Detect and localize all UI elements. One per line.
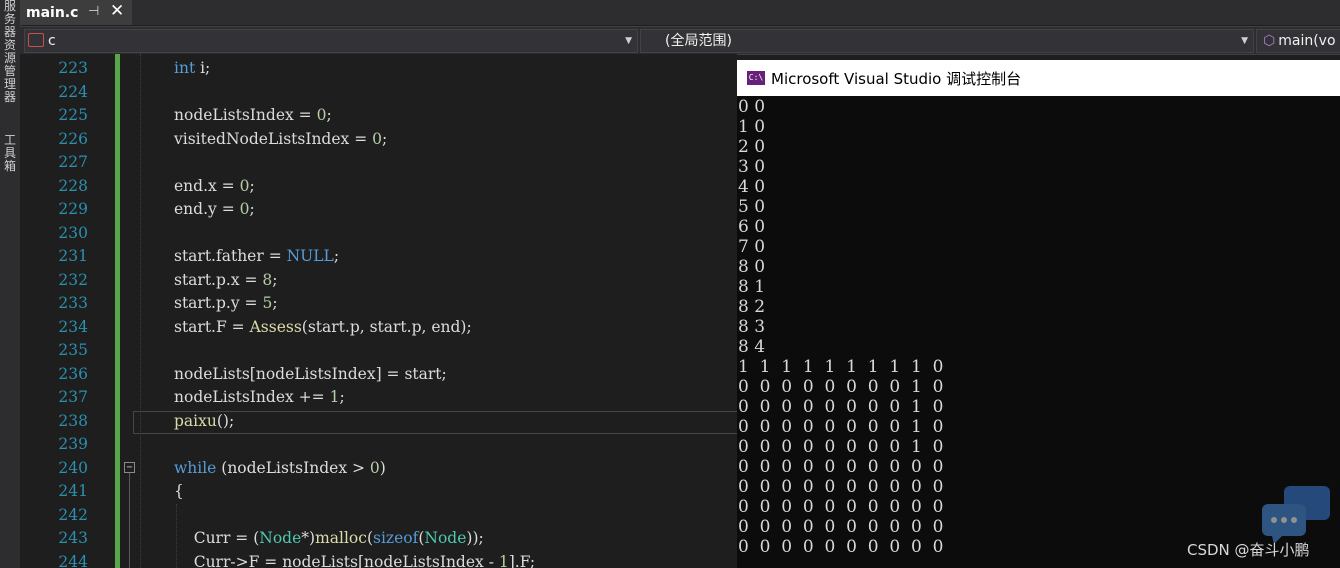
line-number: 224 (58, 82, 88, 101)
tab-title: main.c (26, 4, 79, 21)
code-text: nodeListsIndex += 1; (174, 388, 345, 406)
console-line: 1 0 (738, 117, 766, 137)
line-number: 237 (58, 388, 88, 406)
console-line: 8 1 (738, 277, 766, 297)
code-editor[interactable]: − 223 int i; 224 225 nodeListsIndex = 0; 226 v… (20, 54, 737, 568)
console-line: 8 4 (738, 337, 766, 357)
indent-guide (140, 54, 141, 568)
toolbox-tab[interactable]: 工具箱 (1, 134, 19, 173)
line-number: 226 (58, 129, 88, 148)
console-line: 7 0 (738, 237, 766, 257)
line-number: 233 (58, 294, 88, 312)
line-number: 239 (58, 435, 88, 453)
project-name: c (48, 33, 56, 49)
server-explorer-tab[interactable]: 服务器资源管理器 (1, 0, 19, 132)
console-line: 0 0 (738, 97, 766, 117)
project-dropdown[interactable]: c ▼ (24, 29, 638, 53)
line-number: 225 (58, 106, 88, 124)
code-text: start.p.x = 8; (174, 270, 278, 289)
console-line: 0 0 0 0 0 0 0 0 1 0 (738, 377, 944, 397)
console-line: 8 2 (738, 297, 766, 317)
line-number: 242 (58, 505, 88, 524)
code-text: Curr->F = nodeLists[nodeListsIndex - 1].… (174, 552, 536, 568)
line-number: 228 (58, 176, 88, 195)
chevron-down-icon: ▼ (1241, 36, 1248, 46)
line-number: 229 (58, 200, 88, 218)
line-number: 227 (58, 153, 88, 171)
console-line: 4 0 (738, 177, 766, 197)
line-number: 232 (58, 270, 88, 289)
line-number: 231 (58, 247, 88, 265)
line-number: 238 (58, 411, 88, 430)
chat-bubble-icon (1262, 486, 1330, 544)
code-text: visitedNodeListsIndex = 0; (174, 129, 388, 148)
change-tracking-bar (115, 54, 120, 568)
code-text: start.father = NULL; (174, 247, 340, 265)
console-line: 0 0 0 0 0 0 0 0 1 0 (738, 397, 944, 417)
code-text: while (nodeListsIndex > 0) (174, 458, 386, 477)
collapse-icon[interactable]: − (124, 462, 135, 473)
navigation-bar: c ▼ (全局范围) ▼ ⬡ main(vo (20, 26, 1340, 55)
line-number: 235 (58, 341, 88, 359)
console-line: 0 0 0 0 0 0 0 0 1 0 (738, 437, 944, 457)
console-line: 0 0 0 0 0 0 0 0 0 0 (738, 537, 944, 557)
console-output: 0 01 02 03 04 05 06 07 08 08 18 28 38 41… (738, 97, 943, 557)
line-number: 240 (58, 458, 88, 477)
console-line: 8 3 (738, 317, 766, 337)
project-icon (28, 33, 44, 47)
console-app-icon: C:\ (747, 71, 765, 85)
member-dropdown[interactable]: ⬡ main(vo (1256, 29, 1340, 53)
line-number: 236 (58, 364, 88, 383)
console-line: 3 0 (738, 157, 766, 177)
outline-line (129, 473, 130, 568)
console-line: 0 0 0 0 0 0 0 0 0 0 (738, 517, 944, 537)
member-label: main(vo (1278, 33, 1336, 49)
code-text: paixu(); (174, 411, 235, 430)
line-number: 243 (58, 529, 88, 547)
console-line: 6 0 (738, 217, 766, 237)
console-line: 2 0 (738, 137, 766, 157)
console-line: 0 0 0 0 0 0 0 0 0 0 (738, 457, 944, 477)
code-text: nodeListsIndex = 0; (174, 106, 332, 124)
close-icon[interactable]: ✕ (110, 1, 124, 21)
tab-main-c[interactable]: main.c ⊣ ✕ (20, 0, 132, 25)
line-number: 223 (58, 59, 88, 77)
console-title-bar[interactable]: C:\ Microsoft Visual Studio 调试控制台 (737, 60, 1340, 96)
console-line: 0 0 0 0 0 0 0 0 0 0 (738, 497, 944, 517)
watermark: CSDN @奋斗小鹏 (1187, 541, 1310, 559)
code-text: Curr = (Node*)malloc(sizeof(Node)); (174, 529, 484, 547)
chevron-down-icon: ▼ (625, 36, 632, 46)
code-text: start.F = Assess(start.p, start.p, end); (174, 317, 472, 336)
document-tab-bar: main.c ⊣ ✕ (20, 0, 1340, 25)
line-number: 244 (58, 552, 88, 568)
left-tool-strip: 服务器资源管理器 工具箱 (0, 0, 21, 568)
console-line: 1 1 1 1 1 1 1 1 1 0 (738, 357, 944, 377)
line-number: 234 (58, 317, 88, 336)
console-line: 0 0 0 0 0 0 0 0 0 0 (738, 477, 944, 497)
code-text: nodeLists[nodeListsIndex] = start; (174, 364, 447, 383)
scope-dropdown[interactable]: (全局范围) ▼ (640, 29, 1254, 53)
code-text: end.x = 0; (174, 176, 255, 195)
line-number: 230 (58, 223, 88, 242)
console-title: Microsoft Visual Studio 调试控制台 (771, 70, 1022, 88)
line-number: 241 (58, 482, 88, 500)
code-text: int i; (174, 59, 211, 77)
code-text: { (174, 482, 184, 500)
scope-label: (全局范围) (665, 33, 732, 49)
console-line: 8 0 (738, 257, 766, 277)
debug-console-window[interactable]: C:\ Microsoft Visual Studio 调试控制台 0 01 0… (737, 60, 1340, 568)
console-line: 0 0 0 0 0 0 0 0 1 0 (738, 417, 944, 437)
pin-icon[interactable]: ⊣ (88, 4, 99, 19)
console-line: 5 0 (738, 197, 766, 217)
cube-icon: ⬡ (1263, 33, 1276, 49)
code-text: end.y = 0; (174, 200, 255, 218)
code-text: start.p.y = 5; (174, 294, 278, 312)
